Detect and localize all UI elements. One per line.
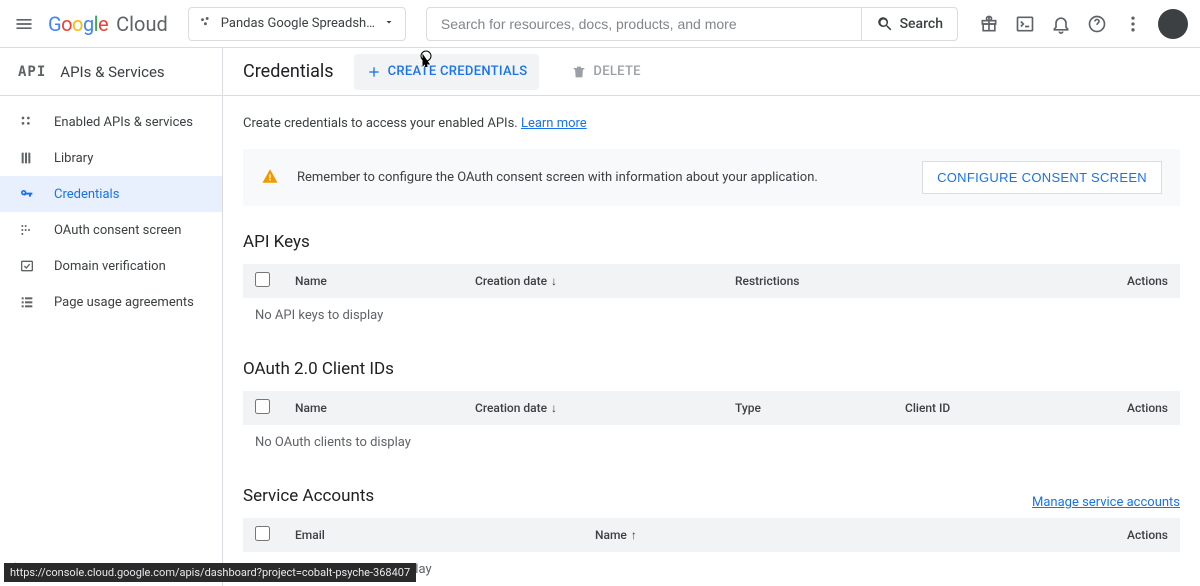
dropdown-icon [383, 16, 395, 32]
verified-icon [18, 257, 36, 275]
select-all-checkbox[interactable] [255, 399, 270, 414]
configure-consent-button[interactable]: CONFIGURE CONSENT SCREEN [922, 161, 1162, 194]
plus-icon [366, 64, 382, 80]
avatar[interactable] [1158, 9, 1188, 39]
empty-row: No API keys to display [243, 298, 1180, 333]
hamburger-icon[interactable] [12, 12, 36, 36]
google-cloud-logo[interactable]: Google Cloud [48, 12, 168, 36]
intro-text-row: Create credentials to access your enable… [243, 116, 1180, 131]
search-button-label: Search [900, 16, 943, 32]
sidebar-item-label: Page usage agreements [54, 295, 194, 310]
sidebar-item-label: Enabled APIs & services [54, 115, 193, 130]
dashboard-icon [18, 113, 36, 131]
notifications-icon[interactable] [1050, 13, 1072, 35]
sidebar-item-credentials[interactable]: Credentials [0, 176, 222, 212]
search-input[interactable] [427, 16, 861, 32]
page-header: Credentials CREATE CREDENTIALS DELETE [223, 48, 1200, 96]
key-icon [18, 185, 36, 203]
col-email[interactable]: Email [283, 518, 583, 552]
sidebar-item-label: Library [54, 151, 93, 166]
sidebar-item-oauth-consent[interactable]: OAuth consent screen [0, 212, 222, 248]
list-icon [18, 293, 36, 311]
col-actions: Actions [884, 518, 1180, 552]
select-all-checkbox[interactable] [255, 272, 270, 287]
project-name: Pandas Google Spreadsh… [221, 16, 375, 31]
sidebar-item-label: Domain verification [54, 259, 166, 274]
sidebar-item-label: OAuth consent screen [54, 223, 181, 238]
sidebar: API APIs & Services Enabled APIs & servi… [0, 48, 223, 586]
sidebar-header[interactable]: API APIs & Services [0, 48, 222, 96]
col-restrictions[interactable]: Restrictions [723, 264, 986, 298]
library-icon [18, 149, 36, 167]
section-api-keys: API Keys Name Creation date↓ Restriction… [243, 232, 1180, 333]
create-credentials-button[interactable]: CREATE CREDENTIALS [354, 54, 540, 90]
sidebar-title: APIs & Services [60, 63, 164, 81]
project-icon [199, 15, 213, 33]
help-icon[interactable] [1086, 13, 1108, 35]
consent-infobar: Remember to configure the OAuth consent … [243, 149, 1180, 206]
api-logo: API [18, 64, 46, 80]
sidebar-item-label: Credentials [54, 187, 119, 202]
section-heading: OAuth 2.0 Client IDs [243, 359, 1180, 379]
col-creation-date[interactable]: Creation date↓ [463, 264, 723, 298]
sort-desc-icon: ↓ [551, 401, 557, 415]
section-heading: API Keys [243, 232, 1180, 252]
col-type[interactable]: Type [723, 391, 893, 425]
project-picker[interactable]: Pandas Google Spreadsh… [188, 7, 406, 41]
trash-icon [571, 64, 587, 80]
search-icon [876, 15, 894, 33]
delete-label: DELETE [593, 64, 640, 79]
create-credentials-label: CREATE CREDENTIALS [388, 64, 528, 79]
sidebar-item-enabled-apis[interactable]: Enabled APIs & services [0, 104, 222, 140]
select-all-checkbox[interactable] [255, 526, 270, 541]
main: Credentials CREATE CREDENTIALS DELETE Cr… [223, 48, 1200, 586]
col-actions: Actions [986, 264, 1180, 298]
status-url-tooltip: https://console.cloud.google.com/apis/da… [4, 563, 416, 582]
sort-desc-icon: ↓ [551, 274, 557, 288]
search-box: Search [426, 7, 958, 41]
intro-text: Create credentials to access your enable… [243, 116, 521, 131]
page-title: Credentials [243, 61, 334, 82]
topbar: Google Cloud Pandas Google Spreadsh… Sea… [0, 0, 1200, 48]
section-heading: Service Accounts [243, 486, 374, 506]
delete-button[interactable]: DELETE [559, 54, 652, 90]
search-button[interactable]: Search [861, 8, 957, 40]
logo-cloud-text: Cloud [116, 12, 168, 36]
sidebar-item-library[interactable]: Library [0, 140, 222, 176]
col-creation-date[interactable]: Creation date↓ [463, 391, 723, 425]
section-oauth-clients: OAuth 2.0 Client IDs Name Creation date↓… [243, 359, 1180, 460]
empty-row: No OAuth clients to display [243, 425, 1180, 460]
sidebar-item-domain-verification[interactable]: Domain verification [0, 248, 222, 284]
col-actions: Actions [1041, 391, 1180, 425]
consent-icon [18, 221, 36, 239]
warning-icon [261, 167, 279, 189]
col-client-id[interactable]: Client ID [893, 391, 1041, 425]
cloud-shell-icon[interactable] [1014, 13, 1036, 35]
gift-icon[interactable] [978, 13, 1000, 35]
more-icon[interactable] [1122, 13, 1144, 35]
topbar-actions [978, 9, 1188, 39]
nav-list: Enabled APIs & services Library Credenti… [0, 96, 222, 328]
col-name[interactable]: Name [283, 391, 463, 425]
col-name[interactable]: Name [283, 264, 463, 298]
manage-service-accounts-link[interactable]: Manage service accounts [1032, 495, 1180, 510]
sort-asc-icon: ↑ [631, 528, 637, 542]
sidebar-item-page-usage[interactable]: Page usage agreements [0, 284, 222, 320]
learn-more-link[interactable]: Learn more [521, 116, 587, 131]
col-name[interactable]: Name↑ [583, 518, 884, 552]
infobar-message: Remember to configure the OAuth consent … [297, 170, 904, 185]
